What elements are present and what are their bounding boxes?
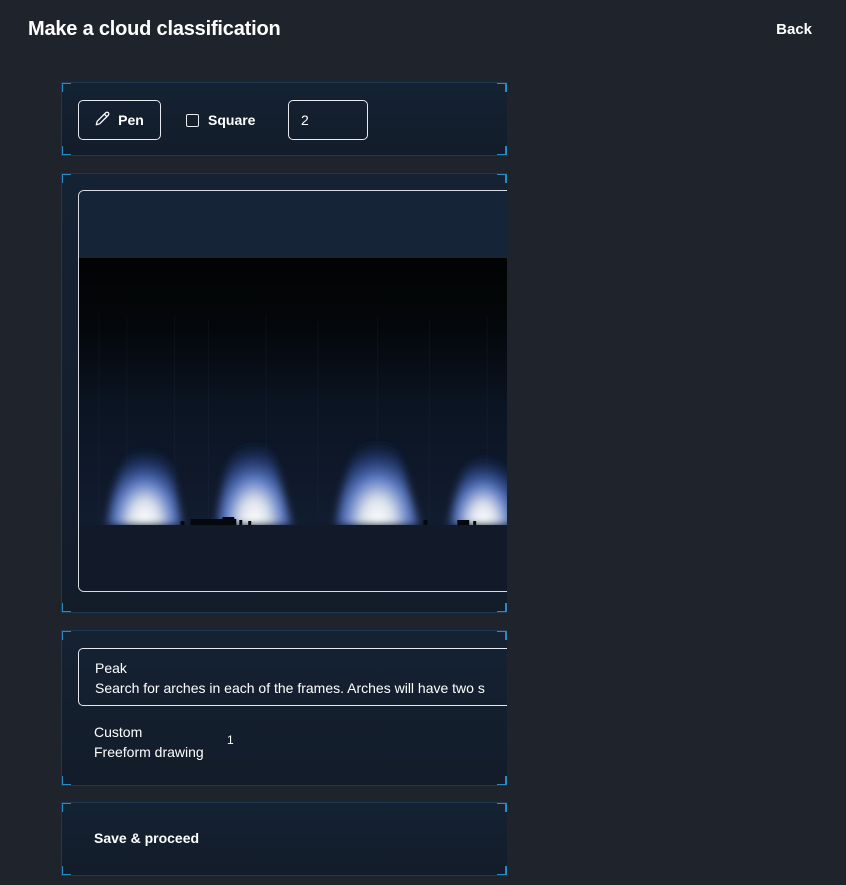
cloud-image <box>79 258 507 525</box>
canvas-margin-top <box>79 191 507 258</box>
panel-corner <box>62 631 71 640</box>
option-description: Freeform drawing <box>94 744 204 760</box>
option-title: Custom <box>94 724 143 740</box>
panel-corner <box>62 174 71 183</box>
pencil-icon <box>95 111 110 129</box>
canvas-margin-bottom <box>79 525 507 591</box>
panel-corner <box>62 83 71 92</box>
pen-tool-button[interactable]: Pen <box>78 100 161 140</box>
panel-corner <box>497 631 507 640</box>
square-icon <box>186 113 199 127</box>
panel-corner <box>497 776 507 785</box>
canvas-panel <box>61 173 507 613</box>
option-description: Search for arches in each of the frames.… <box>95 680 485 696</box>
stroke-size-input[interactable] <box>288 100 368 140</box>
square-tool-label: Square <box>208 112 256 128</box>
panel-corner <box>497 866 507 875</box>
annotation-options-panel: Peak Search for arches in each of the fr… <box>61 630 507 786</box>
page-header: Make a cloud classification Back <box>0 0 846 60</box>
panel-corner <box>497 603 507 612</box>
panel-corner <box>62 776 71 785</box>
panel-corner <box>62 803 71 812</box>
save-proceed-button[interactable]: Save & proceed <box>94 830 199 846</box>
option-title: Peak <box>95 660 127 676</box>
panel-corner <box>62 603 71 612</box>
option-peak[interactable]: Peak Search for arches in each of the fr… <box>78 648 507 706</box>
option-custom[interactable]: Custom Freeform drawing <box>94 722 204 762</box>
panel-corner <box>497 174 507 183</box>
option-count: 1 <box>227 733 234 747</box>
drawing-canvas[interactable] <box>78 190 507 592</box>
panel-corner <box>497 146 507 155</box>
panel-corner <box>62 146 71 155</box>
panel-corner <box>62 866 71 875</box>
square-tool-button[interactable]: Square <box>186 110 255 130</box>
panel-corner <box>497 803 507 812</box>
pen-tool-label: Pen <box>118 112 144 128</box>
save-panel: Save & proceed <box>61 802 507 876</box>
back-link[interactable]: Back <box>776 21 812 38</box>
page-title: Make a cloud classification <box>28 18 281 40</box>
tool-panel: Pen Square <box>61 82 507 156</box>
panel-corner <box>497 83 507 92</box>
